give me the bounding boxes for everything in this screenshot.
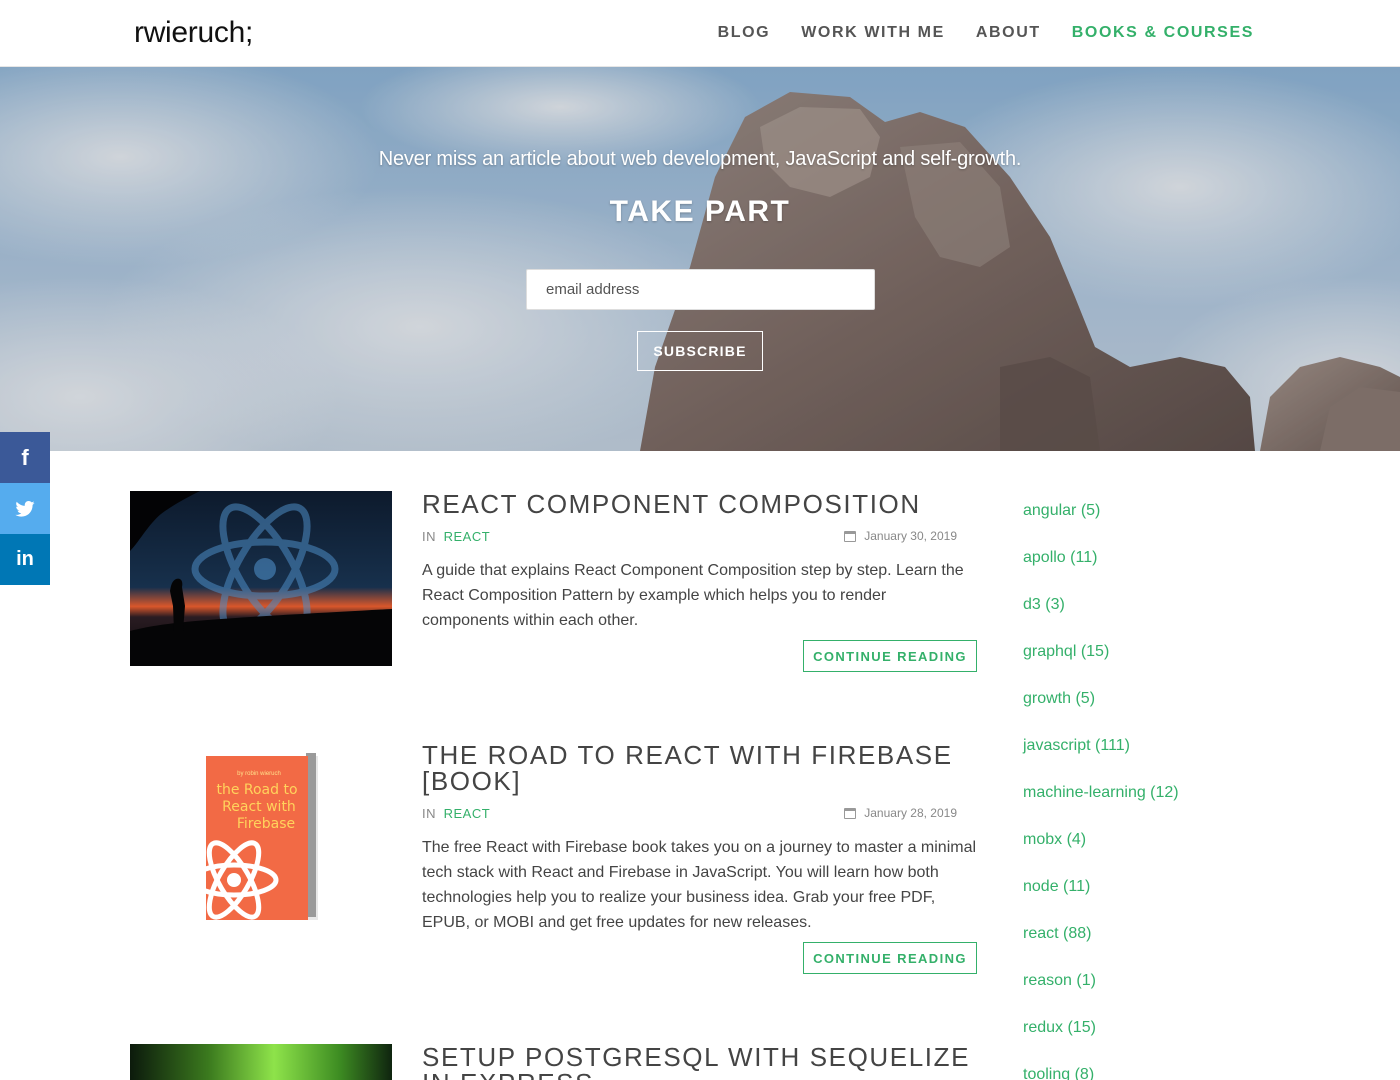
category-item: machine-learning (12)	[1023, 782, 1179, 829]
linkedin-share-button[interactable]: in	[0, 534, 50, 585]
post-card: SETUP POSTGRESQL WITH SEQUELIZE IN EXPRE…	[130, 1044, 980, 1080]
post-title[interactable]: SETUP POSTGRESQL WITH SEQUELIZE IN EXPRE…	[422, 1044, 977, 1080]
nav-about[interactable]: ABOUT	[976, 24, 1041, 42]
continue-reading-button[interactable]: CONTINUE READING	[803, 942, 977, 974]
email-input[interactable]	[526, 269, 875, 310]
category-item: node (11)	[1023, 876, 1179, 923]
svg-text:by robin wieruch: by robin wieruch	[237, 771, 281, 777]
category-list: angular (5) apollo (11) d3 (3) graphql (…	[1023, 500, 1179, 1080]
post-date-text: January 28, 2019	[864, 806, 957, 820]
nav-blog[interactable]: BLOG	[718, 24, 771, 42]
category-link[interactable]: graphql (15)	[1023, 643, 1109, 660]
category-item: tooling (8)	[1023, 1064, 1179, 1080]
twitter-icon	[15, 500, 35, 517]
svg-text:React with: React with	[222, 799, 296, 815]
hero-title: TAKE PART	[609, 195, 791, 228]
category-link[interactable]: reason (1)	[1023, 972, 1096, 989]
category-item: javascript (111)	[1023, 735, 1179, 782]
category-item: graphql (15)	[1023, 641, 1179, 688]
book-cover-image: by robin wieruch the Road to React with …	[130, 742, 392, 932]
category-item: apollo (11)	[1023, 547, 1179, 594]
post-category-link[interactable]: REACT	[444, 806, 491, 821]
category-link[interactable]: d3 (3)	[1023, 596, 1065, 613]
category-item: reason (1)	[1023, 970, 1179, 1017]
nav-books-courses[interactable]: BOOKS & COURSES	[1072, 24, 1254, 42]
category-link[interactable]: apollo (11)	[1023, 549, 1097, 566]
category-item: angular (5)	[1023, 500, 1179, 547]
twitter-share-button[interactable]	[0, 483, 50, 534]
site-header: rwieruch; BLOG WORK WITH ME ABOUT BOOKS …	[0, 0, 1400, 67]
category-link[interactable]: machine-learning (12)	[1023, 784, 1179, 801]
site-logo[interactable]: rwieruch;	[134, 16, 253, 50]
social-share-bar: f in	[0, 432, 50, 585]
category-link[interactable]: redux (15)	[1023, 1019, 1096, 1036]
category-link[interactable]: javascript (111)	[1023, 737, 1130, 754]
continue-reading-button[interactable]: CONTINUE READING	[803, 640, 977, 672]
post-thumbnail-image	[130, 491, 392, 666]
svg-text:the Road to: the Road to	[216, 782, 297, 798]
category-item: redux (15)	[1023, 1017, 1179, 1064]
category-item: growth (5)	[1023, 688, 1179, 735]
facebook-share-button[interactable]: f	[0, 432, 50, 483]
post-card: REACT COMPONENT COMPOSITION IN REACT Jan…	[130, 491, 980, 681]
category-item: d3 (3)	[1023, 594, 1179, 641]
svg-text:Firebase: Firebase	[237, 816, 295, 832]
subscribe-button[interactable]: SUBSCRIBE	[637, 331, 763, 371]
hero-tagline: Never miss an article about web developm…	[378, 148, 1022, 170]
post-meta: IN REACT January 28, 2019	[422, 806, 977, 822]
calendar-icon	[844, 530, 857, 542]
category-item: mobx (4)	[1023, 829, 1179, 876]
post-thumbnail[interactable]	[130, 1044, 392, 1080]
post-title[interactable]: THE ROAD TO REACT WITH FIREBASE [BOOK]	[422, 742, 977, 794]
category-link[interactable]: angular (5)	[1023, 502, 1100, 519]
post-title[interactable]: REACT COMPONENT COMPOSITION	[422, 491, 977, 517]
post-thumbnail-image	[130, 1044, 392, 1080]
post-thumbnail[interactable]: by robin wieruch the Road to React with …	[130, 742, 392, 932]
post-category-prefix: IN	[422, 806, 436, 821]
category-item: react (88)	[1023, 923, 1179, 970]
post-category-prefix: IN	[422, 529, 436, 544]
post-date: January 30, 2019	[844, 529, 957, 543]
category-link[interactable]: react (88)	[1023, 925, 1091, 942]
category-link[interactable]: tooling (8)	[1023, 1066, 1094, 1080]
facebook-icon: f	[21, 444, 29, 470]
linkedin-icon: in	[16, 548, 34, 570]
post-card: by robin wieruch the Road to React with …	[130, 742, 980, 982]
post-excerpt: A guide that explains React Component Co…	[422, 562, 964, 629]
post-date-text: January 30, 2019	[864, 529, 957, 543]
post-thumbnail[interactable]	[130, 491, 392, 666]
category-link[interactable]: node (11)	[1023, 878, 1090, 895]
main-nav: BLOG WORK WITH ME ABOUT BOOKS & COURSES	[687, 24, 1254, 42]
category-link[interactable]: mobx (4)	[1023, 831, 1086, 848]
post-meta: IN REACT January 30, 2019	[422, 529, 977, 545]
nav-work-with-me[interactable]: WORK WITH ME	[801, 24, 945, 42]
calendar-icon	[844, 807, 857, 819]
post-date: January 28, 2019	[844, 806, 957, 820]
post-excerpt: The free React with Firebase book takes …	[422, 839, 977, 931]
category-link[interactable]: growth (5)	[1023, 690, 1095, 707]
post-category-link[interactable]: REACT	[444, 529, 491, 544]
newsletter-hero: Never miss an article about web developm…	[0, 67, 1400, 451]
